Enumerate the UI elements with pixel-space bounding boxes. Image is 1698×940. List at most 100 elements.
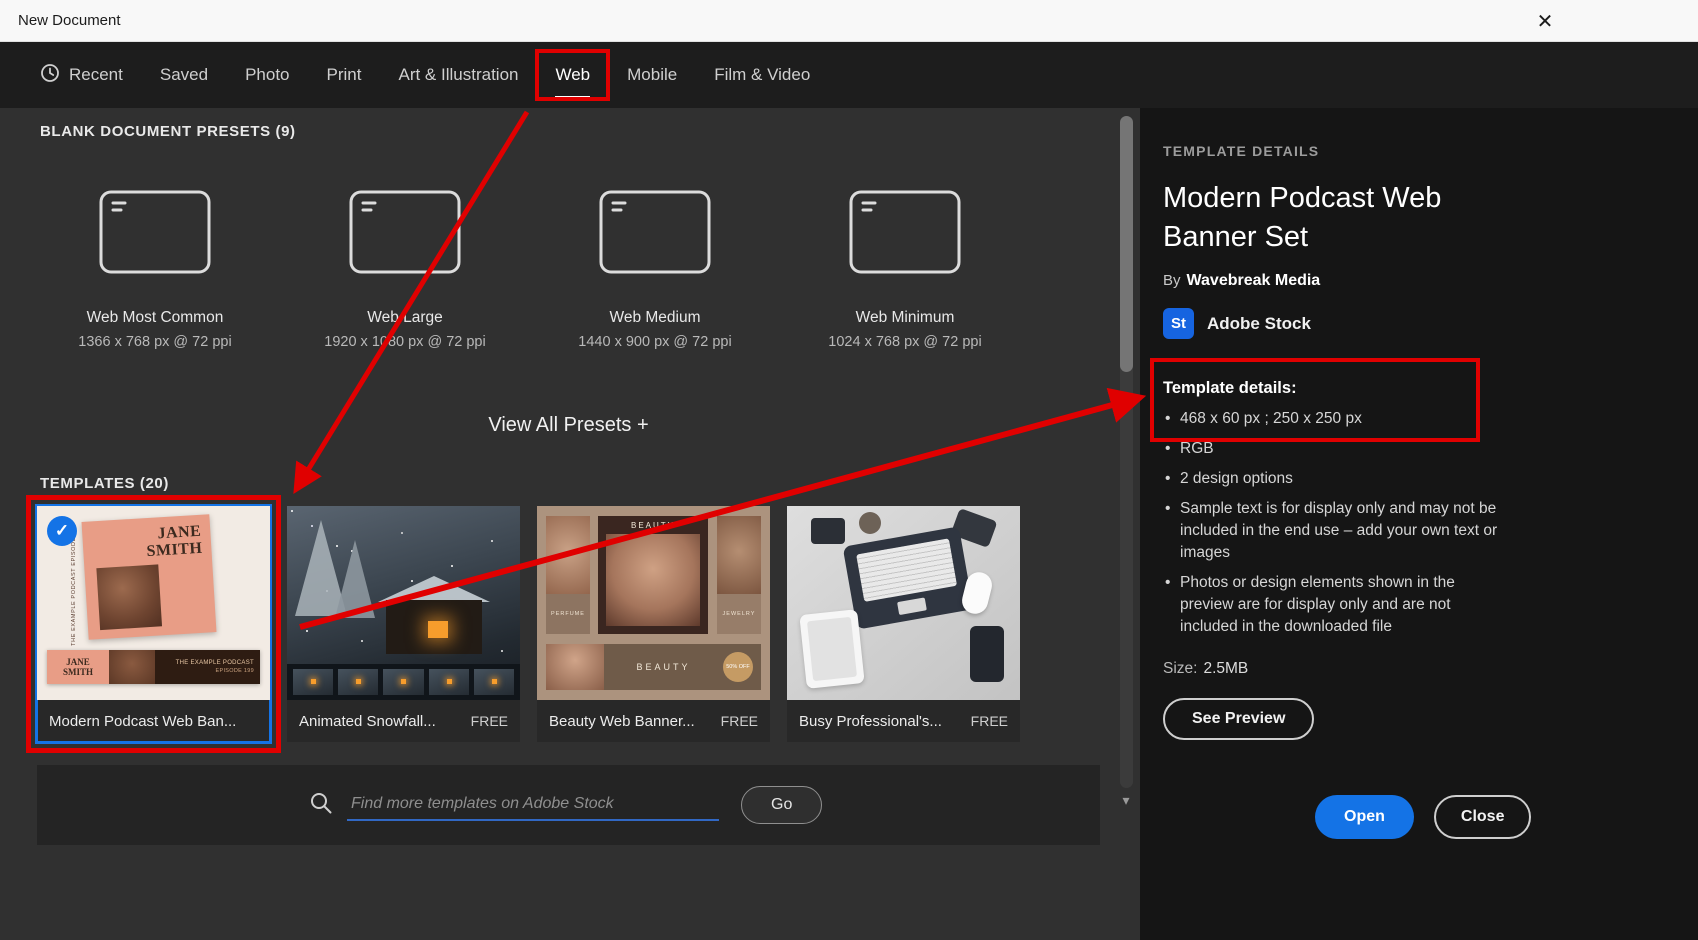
preset-row: Web Most Common 1366 x 768 px @ 72 ppi W… <box>30 162 1140 350</box>
browser-window-icon <box>849 190 961 279</box>
scrollbar-track[interactable] <box>1120 116 1133 788</box>
detail-bullet-sample-text: Sample text is for display only and may … <box>1163 498 1503 564</box>
template-name: Modern Podcast Web Ban... <box>49 713 250 730</box>
template-busy-professionals[interactable]: Busy Professional's... FREE <box>787 506 1020 742</box>
preset-name: Web Medium <box>609 309 700 327</box>
cabin-window <box>428 621 448 638</box>
detail-bullet-dimensions: 468 x 60 px ; 250 x 250 px <box>1163 408 1503 430</box>
template-modern-podcast[interactable]: ✓ THE EXAMPLE PODCAST EPISODE 199 JANE S… <box>37 506 270 742</box>
beauty-left-banner: PERFUME <box>546 516 590 634</box>
blank-presets-heading: BLANK DOCUMENT PRESETS (9) <box>0 108 1140 140</box>
template-details-list: 468 x 60 px ; 250 x 250 px RGB 2 design … <box>1163 408 1503 638</box>
template-preview-art: PERFUME BEAUTY JEWELRY <box>537 506 770 700</box>
beauty-bottom-banner: BEAUTY 50% OFF <box>546 644 761 690</box>
tab-label: Web <box>555 65 590 85</box>
tab-art-illustration[interactable]: Art & Illustration <box>398 42 518 108</box>
template-title: Modern Podcast Web Banner Set <box>1163 179 1503 257</box>
preset-web-most-common[interactable]: Web Most Common 1366 x 768 px @ 72 ppi <box>30 162 280 350</box>
template-badge: FREE <box>721 713 758 729</box>
tab-print[interactable]: Print <box>327 42 362 108</box>
open-button[interactable]: Open <box>1315 795 1414 839</box>
size-label: Size: <box>1163 660 1197 677</box>
tab-film-video[interactable]: Film & Video <box>714 42 810 108</box>
beauty-center-label: BEAUTY <box>598 521 708 530</box>
preview-episode: EPISODE 199 <box>216 668 254 674</box>
template-details-label: Template details: <box>1163 379 1698 398</box>
browser-window-icon <box>349 190 461 279</box>
template-beauty-web-banner[interactable]: PERFUME BEAUTY JEWELRY <box>537 506 770 742</box>
dialog-actions: Open Close <box>1315 795 1531 839</box>
tab-label: Art & Illustration <box>398 65 518 85</box>
preset-name: Web Large <box>367 309 443 327</box>
template-row: ✓ THE EXAMPLE PODCAST EPISODE 199 JANE S… <box>37 506 1140 742</box>
tab-label: Mobile <box>627 65 677 85</box>
detail-bullet-colormode: RGB <box>1163 438 1503 460</box>
filmstrip <box>287 664 520 700</box>
filmstrip-frame <box>429 669 469 695</box>
template-label-bar: Animated Snowfall... FREE <box>287 700 520 742</box>
scrollbar-thumb[interactable] <box>1120 116 1133 372</box>
preset-name: Web Most Common <box>87 309 224 327</box>
template-preview-art: ✓ THE EXAMPLE PODCAST EPISODE 199 JANE S… <box>37 506 270 700</box>
preset-web-medium[interactable]: Web Medium 1440 x 900 px @ 72 ppi <box>530 162 780 350</box>
preset-web-large[interactable]: Web Large 1920 x 1080 px @ 72 ppi <box>280 162 530 350</box>
template-name: Animated Snowfall... <box>299 713 463 730</box>
templates-heading: TEMPLATES (20) <box>0 437 1140 492</box>
template-label-bar: Modern Podcast Web Ban... <box>37 700 270 742</box>
template-card-wrap: Busy Professional's... FREE <box>787 506 1020 742</box>
template-badge: FREE <box>971 713 1008 729</box>
detail-bullet-options: 2 design options <box>1163 468 1503 490</box>
preview-podcast-card: JANE SMITH <box>82 514 217 640</box>
tab-mobile[interactable]: Mobile <box>627 42 677 108</box>
beauty-right-banner: JEWELRY <box>717 516 761 634</box>
filmstrip-frame <box>338 669 378 695</box>
magnifier-icon <box>309 791 333 820</box>
preview-banner: JANE SMITH THE EXAMPLE PODCAST EPISODE 1… <box>47 650 260 684</box>
template-badge: FREE <box>471 713 508 729</box>
beauty-banner-label: BEAUTY <box>604 662 723 672</box>
go-button[interactable]: Go <box>741 786 822 824</box>
close-button[interactable]: Close <box>1434 795 1532 839</box>
template-animated-snowfall[interactable]: Animated Snowfall... FREE <box>287 506 520 742</box>
close-icon[interactable]: ✕ <box>1530 7 1560 37</box>
check-icon: ✓ <box>47 516 77 546</box>
tab-saved[interactable]: Saved <box>160 42 208 108</box>
tab-web[interactable]: Web <box>555 42 590 108</box>
chevron-down-icon[interactable]: ▾ <box>1118 792 1134 809</box>
preset-name: Web Minimum <box>856 309 955 327</box>
template-name: Busy Professional's... <box>799 713 963 730</box>
template-label-bar: Beauty Web Banner... FREE <box>537 700 770 742</box>
browser-window-icon <box>599 190 711 279</box>
snow-tree <box>335 540 375 618</box>
preview-name-text: JANE SMITH <box>145 524 203 561</box>
laptop-trackpad <box>897 597 927 615</box>
tab-photo[interactable]: Photo <box>245 42 289 108</box>
adobe-stock-icon: St <box>1163 308 1194 339</box>
clock-icon <box>40 63 60 88</box>
template-card-wrap: PERFUME BEAUTY JEWELRY <box>537 506 770 742</box>
view-all-presets-button[interactable]: View All Presets + <box>37 414 1100 437</box>
active-tab-underline <box>555 96 590 99</box>
titlebar: New Document ✕ <box>0 0 1698 42</box>
search-input[interactable] <box>347 789 719 821</box>
preview-photo <box>546 644 604 690</box>
filmstrip-frame <box>293 669 333 695</box>
adobe-stock-label: Adobe Stock <box>1207 314 1311 334</box>
beauty-right-label: JEWELRY <box>717 594 761 634</box>
see-preview-button[interactable]: See Preview <box>1163 698 1314 740</box>
preset-web-minimum[interactable]: Web Minimum 1024 x 768 px @ 72 ppi <box>780 162 1030 350</box>
preview-banner-name: JANE SMITH <box>47 650 109 684</box>
desk-phone <box>970 626 1004 682</box>
tab-label: Print <box>327 65 362 85</box>
discount-badge: 50% OFF <box>723 652 753 682</box>
template-card-wrap: Animated Snowfall... FREE <box>287 506 520 742</box>
presets-and-templates-panel: BLANK DOCUMENT PRESETS (9) Web Most Comm… <box>0 108 1140 940</box>
browser-window-icon <box>99 190 211 279</box>
tab-recent[interactable]: Recent <box>40 42 123 108</box>
laptop-keyboard <box>856 538 957 602</box>
window-title: New Document <box>18 12 121 29</box>
preview-photo <box>96 564 162 630</box>
new-document-dialog: New Document ✕ Recent Saved Photo Print … <box>0 0 1698 940</box>
filmstrip-frame <box>383 669 423 695</box>
template-preview-art <box>787 506 1020 700</box>
